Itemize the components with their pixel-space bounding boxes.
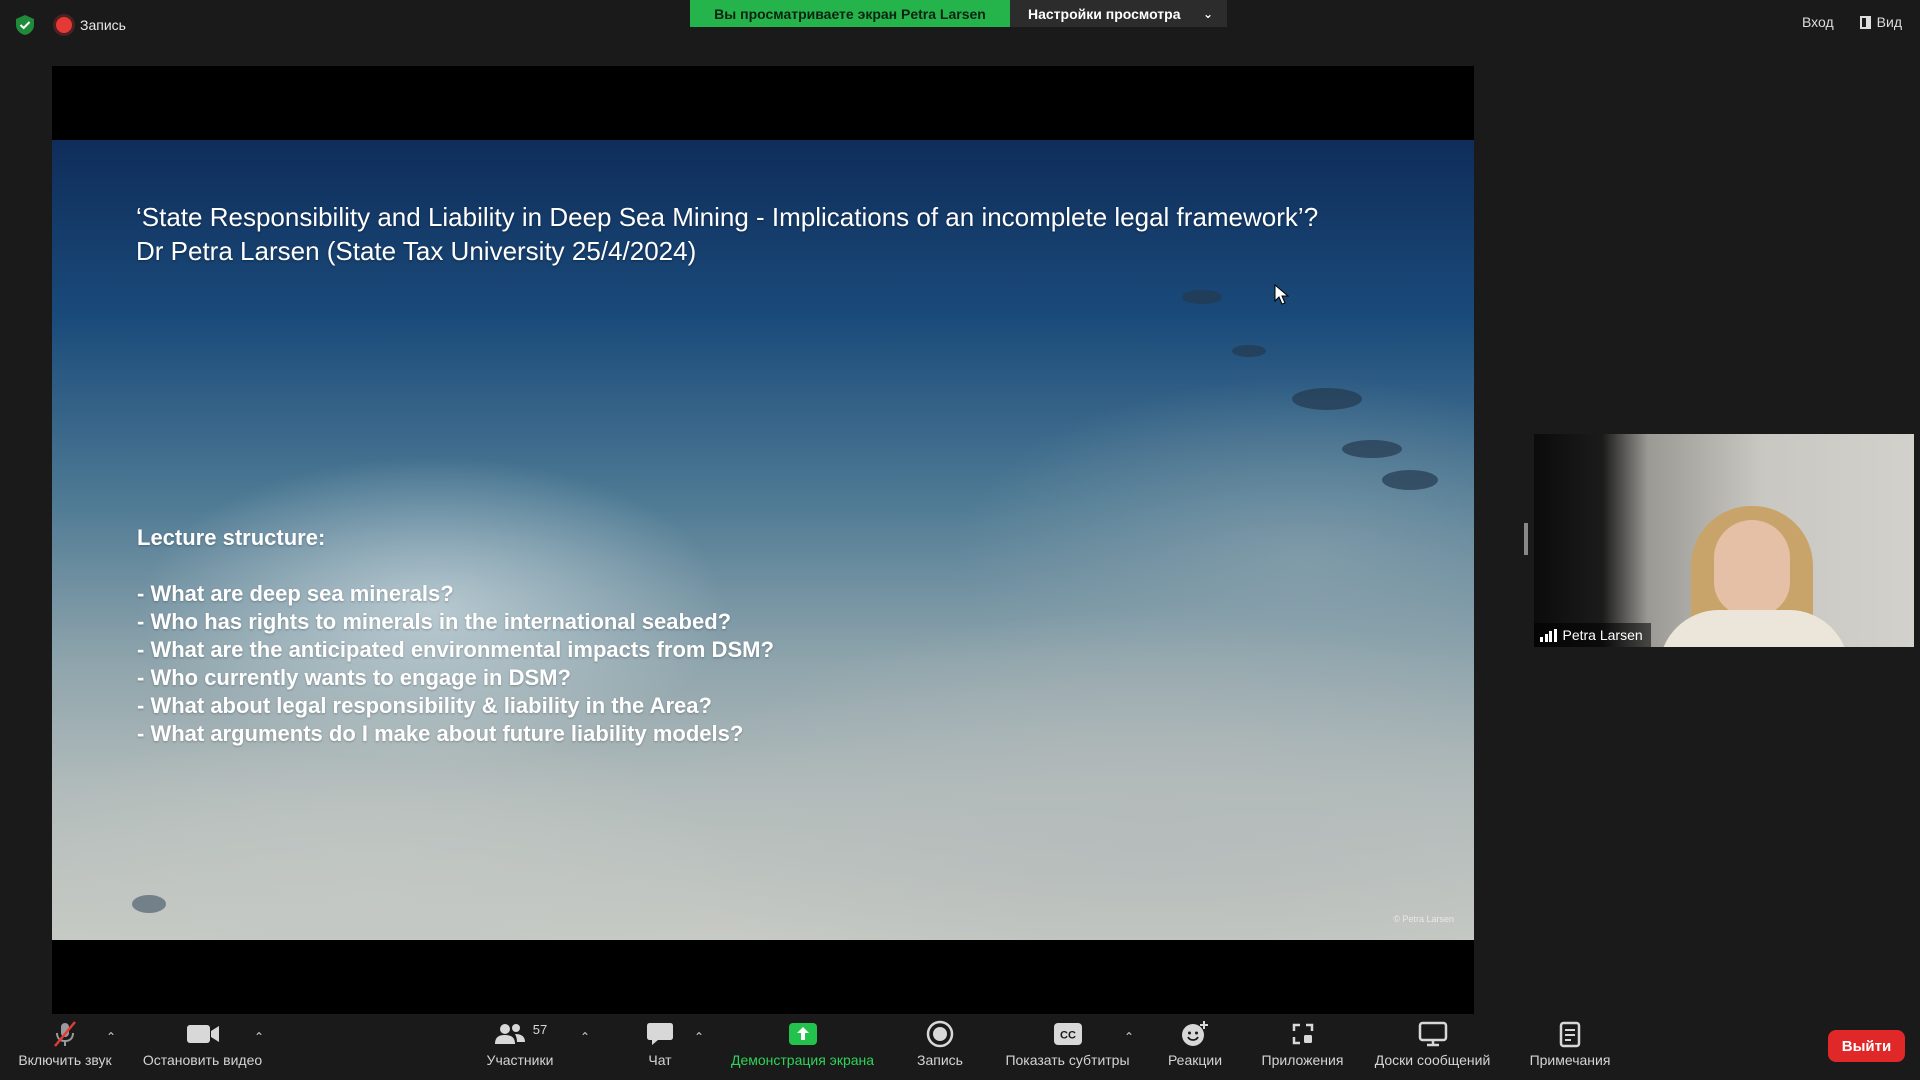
chat-options-caret-icon[interactable]: ⌃ <box>694 1030 704 1044</box>
view-layout-icon <box>1859 15 1871 29</box>
notes-label: Примечания <box>1529 1052 1611 1068</box>
whiteboards-label: Доски сообщений <box>1374 1052 1491 1068</box>
participant-name-tag: Petra Larsen <box>1534 623 1651 647</box>
recording-dot-icon <box>56 17 72 33</box>
reactions-label: Реакции <box>1167 1052 1223 1068</box>
mouse-cursor-icon <box>1274 284 1290 305</box>
lecture-structure: Lecture structure: - What are deep sea m… <box>137 524 1037 748</box>
reactions-smiley-icon <box>1182 1021 1208 1046</box>
participant-body <box>1659 610 1849 647</box>
share-screen-label: Демонстрация экрана <box>730 1052 875 1068</box>
list-item: - Who has rights to minerals in the inte… <box>137 609 732 634</box>
seafloor-rock <box>1342 440 1402 458</box>
list-item: - What arguments do I make about future … <box>137 721 744 746</box>
view-settings-dropdown[interactable]: Настройки просмотра ⌄ <box>1010 0 1227 27</box>
participants-label: Участники <box>486 1052 554 1068</box>
top-bar: Запись Вы просматриваете экран Petra Lar… <box>0 0 1920 50</box>
viewing-screen-banner: Вы просматриваете экран Petra Larsen <box>690 0 1010 27</box>
participant-video-tile[interactable]: Petra Larsen <box>1534 434 1914 647</box>
show-captions-label: Показать субтитры <box>1005 1052 1130 1068</box>
captions-options-caret-icon[interactable]: ⌃ <box>1124 1030 1134 1044</box>
security-shield-icon[interactable] <box>14 14 36 36</box>
recording-label: Запись <box>80 17 126 33</box>
whiteboard-icon <box>1418 1021 1447 1047</box>
microphone-muted-icon <box>54 1021 76 1047</box>
share-screen-button[interactable]: Демонстрация экрана <box>720 1016 885 1080</box>
seafloor-rock <box>1292 388 1362 410</box>
seafloor-rock <box>1182 290 1222 304</box>
panel-resize-handle[interactable] <box>1524 523 1528 555</box>
svg-text:CC: CC <box>1060 1030 1076 1042</box>
slide-subtitle-line: Dr Petra Larsen (State Tax University 25… <box>136 236 697 266</box>
list-item: - Who currently wants to engage in DSM? <box>137 665 571 690</box>
participant-name: Petra Larsen <box>1562 627 1643 643</box>
apps-label: Приложения <box>1261 1052 1344 1068</box>
participants-count: 57 <box>532 1021 548 1037</box>
share-screen-icon <box>788 1023 817 1045</box>
slide-copyright: © Petra Larsen <box>1393 914 1454 924</box>
audio-options-caret-icon[interactable]: ⌃ <box>106 1030 116 1044</box>
show-captions-button[interactable]: CC Показать субтитры <box>995 1016 1140 1080</box>
view-button[interactable]: Вид <box>1859 14 1902 30</box>
list-item: - What about legal responsibility & liab… <box>137 693 712 718</box>
stop-video-label: Остановить видео <box>142 1052 263 1068</box>
notes-button[interactable]: Примечания <box>1515 1016 1625 1080</box>
chevron-down-icon: ⌄ <box>1202 6 1213 21</box>
meeting-toolbar: Включить звук ⌃ Остановить видео ⌃ 57 Уч… <box>0 1016 1920 1080</box>
participant-face <box>1714 520 1790 616</box>
slide-title-line: ‘State Responsibility and Liability in D… <box>136 202 1319 232</box>
seafloor-rock <box>1232 345 1266 357</box>
stop-video-button[interactable]: Остановить видео <box>135 1016 270 1080</box>
closed-captions-icon: CC <box>1053 1023 1082 1045</box>
seafloor-rock <box>1382 470 1438 490</box>
view-settings-label: Настройки просмотра <box>1028 5 1181 22</box>
record-icon <box>926 1020 954 1048</box>
lecture-structure-heading: Lecture structure: <box>137 525 326 550</box>
participants-button[interactable]: 57 Участники <box>470 1016 570 1080</box>
reactions-button[interactable]: Реакции <box>1155 1016 1235 1080</box>
list-item: - What are deep sea minerals? <box>137 581 454 606</box>
apps-button[interactable]: Приложения <box>1250 1016 1355 1080</box>
signin-link[interactable]: Вход <box>1802 14 1834 30</box>
apps-icon <box>1292 1023 1313 1045</box>
notes-icon <box>1559 1021 1581 1048</box>
participants-options-caret-icon[interactable]: ⌃ <box>580 1030 590 1044</box>
seafloor-rock <box>132 895 166 913</box>
presentation-slide: ‘State Responsibility and Liability in D… <box>52 140 1474 940</box>
video-options-caret-icon[interactable]: ⌃ <box>254 1030 264 1044</box>
recording-indicator[interactable]: Запись <box>56 14 126 36</box>
shared-screen: ‘State Responsibility and Liability in D… <box>52 66 1474 1014</box>
slide-title: ‘State Responsibility and Liability in D… <box>136 200 1436 268</box>
unmute-button[interactable]: Включить звук <box>10 1016 120 1080</box>
chat-bubble-icon <box>647 1023 673 1045</box>
record-label: Запись <box>917 1052 963 1068</box>
view-label: Вид <box>1876 14 1902 30</box>
video-camera-icon <box>186 1025 219 1043</box>
unmute-label: Включить звук <box>18 1052 112 1068</box>
chat-label: Чат <box>648 1052 672 1068</box>
chat-button[interactable]: Чат <box>620 1016 700 1080</box>
participants-icon <box>494 1024 525 1044</box>
lecture-structure-list: - What are deep sea minerals? - Who has … <box>137 580 1037 748</box>
record-button[interactable]: Запись <box>900 1016 980 1080</box>
whiteboards-button[interactable]: Доски сообщений <box>1365 1016 1500 1080</box>
list-item: - What are the anticipated environmental… <box>137 637 774 662</box>
connection-signal-icon <box>1540 628 1557 642</box>
leave-meeting-button[interactable]: Выйти <box>1828 1030 1905 1062</box>
